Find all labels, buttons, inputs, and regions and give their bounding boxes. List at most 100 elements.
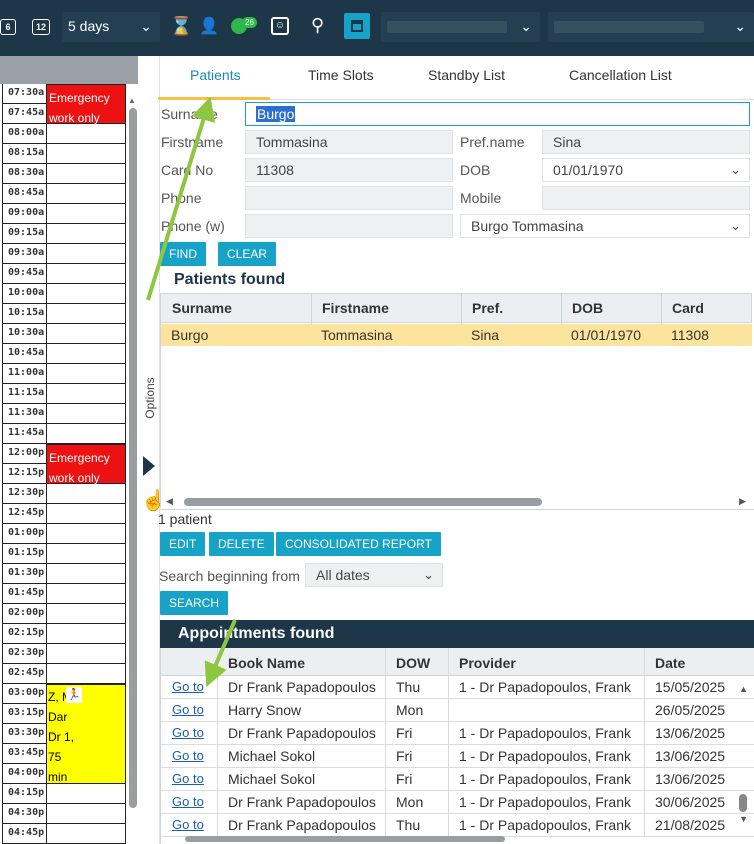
scroll-up-icon[interactable]: ▲ xyxy=(739,684,748,694)
active-tab-indicator xyxy=(158,97,270,100)
schedule-header xyxy=(0,56,138,84)
time-slot-row[interactable]: 02:15p xyxy=(2,624,126,644)
user-settings-icon[interactable]: 👤 xyxy=(199,16,219,36)
time-label: 12:45p xyxy=(3,504,47,523)
time-slot-row[interactable]: 12:45p xyxy=(2,504,126,524)
goto-link[interactable]: Go to xyxy=(172,702,204,717)
time-slot-row[interactable]: 04:15p xyxy=(2,784,126,804)
scrollbar-thumb[interactable] xyxy=(129,108,137,808)
appointments-hscroll-thumb[interactable] xyxy=(185,836,505,842)
scroll-left-icon[interactable]: ◀ xyxy=(166,496,173,507)
prev-week-icon[interactable]: 6 xyxy=(0,19,16,35)
emergency-block[interactable]: Emergency work only xyxy=(46,444,126,485)
time-slot-row[interactable]: 10:15a xyxy=(2,304,126,324)
face-icon[interactable]: ☺ xyxy=(271,17,289,35)
col-date[interactable]: Date xyxy=(655,655,685,671)
time-slot-row[interactable]: 10:00a xyxy=(2,284,126,304)
col-dow[interactable]: DOW xyxy=(396,655,430,671)
appointment-cell: 13/06/2025 xyxy=(655,771,726,787)
time-slot-row[interactable]: 01:00p xyxy=(2,524,126,544)
calendar-icon[interactable] xyxy=(344,13,370,39)
clear-button[interactable]: CLEAR xyxy=(218,242,277,266)
find-button[interactable]: FIND xyxy=(160,242,206,266)
time-slot-row[interactable]: 01:30p xyxy=(2,564,126,584)
time-slot-row[interactable]: 10:45a xyxy=(2,344,126,364)
time-slot-row[interactable]: 08:45a xyxy=(2,184,126,204)
time-slot-row[interactable]: 11:15a xyxy=(2,384,126,404)
prefname-input[interactable]: Sina xyxy=(542,130,750,154)
tab-cancellation-list[interactable]: Cancellation List xyxy=(569,67,672,83)
time-slot-row[interactable]: 01:45p xyxy=(2,584,126,604)
time-label: 10:45a xyxy=(3,344,47,363)
goto-link[interactable]: Go to xyxy=(172,794,204,809)
search-button[interactable]: SEARCH xyxy=(160,591,229,615)
col-surname[interactable]: Surname xyxy=(172,300,232,316)
appointment-block[interactable]: Z, M 🏃 Dar Dr 1, 75 min xyxy=(46,684,126,784)
phone-input[interactable] xyxy=(245,186,453,210)
tab-standby-list[interactable]: Standby List xyxy=(428,67,505,83)
time-slot-row[interactable]: 08:30a xyxy=(2,164,126,184)
next-week-icon[interactable]: 12 xyxy=(32,19,50,35)
col-pref[interactable]: Pref. xyxy=(472,300,503,316)
time-slot-row[interactable]: 11:30a xyxy=(2,404,126,424)
patient-row[interactable]: Burgo Tommasina Sina 01/01/1970 11308 xyxy=(160,324,752,346)
search-icon[interactable]: ⚲ xyxy=(311,15,324,36)
tab-patients[interactable]: Patients xyxy=(190,67,241,83)
provider-dropdown[interactable]: ⌄ xyxy=(381,12,540,42)
edit-button[interactable]: EDIT xyxy=(160,532,206,556)
time-slot-row[interactable]: 09:15a xyxy=(2,224,126,244)
col-dob[interactable]: DOB xyxy=(572,300,603,316)
scroll-up-icon[interactable]: ▲ xyxy=(128,96,136,105)
time-slot-row[interactable]: 09:45a xyxy=(2,264,126,284)
cell-pref: Sina xyxy=(471,327,500,343)
appointment-cell: 1 - Dr Papadopoulos, Frank xyxy=(459,794,631,810)
time-slot-row[interactable]: 04:30p xyxy=(2,804,126,824)
time-slot-row[interactable]: 02:30p xyxy=(2,644,126,664)
emergency-label: work only xyxy=(49,471,100,485)
goto-link[interactable]: Go to xyxy=(172,748,204,763)
goto-link[interactable]: Go to xyxy=(172,817,204,832)
goto-link[interactable]: Go to xyxy=(172,679,204,694)
scroll-down-icon[interactable]: ▼ xyxy=(739,814,748,824)
col-book-name[interactable]: Book Name xyxy=(228,655,305,671)
time-slot-row[interactable]: 11:45a xyxy=(2,424,126,444)
location-dropdown[interactable]: ⌄ xyxy=(548,12,754,42)
time-slot-row[interactable]: 08:15a xyxy=(2,144,126,164)
phonew-input[interactable] xyxy=(245,214,453,238)
firstname-input[interactable]: Tommasina xyxy=(245,130,453,154)
tab-time-slots[interactable]: Time Slots xyxy=(308,67,374,83)
options-strip[interactable]: Options ☝ xyxy=(138,56,166,844)
expand-arrow-icon[interactable] xyxy=(143,456,155,476)
time-slot-row[interactable]: 04:45p xyxy=(2,824,126,844)
time-slot-row[interactable]: 09:00a xyxy=(2,204,126,224)
time-slot-row[interactable]: 10:30a xyxy=(2,324,126,344)
time-slot-row[interactable]: 02:00p xyxy=(2,604,126,624)
time-label: 01:30p xyxy=(3,564,47,583)
scrollbar-thumb[interactable] xyxy=(739,794,747,812)
scrollbar-thumb[interactable] xyxy=(184,498,542,506)
emergency-block[interactable]: Emergency work only xyxy=(46,84,126,125)
col-firstname[interactable]: Firstname xyxy=(322,300,389,316)
dob-input[interactable]: 01/01/1970 ⌄ xyxy=(542,158,750,182)
time-slot-row[interactable]: 11:00a xyxy=(2,364,126,384)
time-slot-row[interactable]: 09:30a xyxy=(2,244,126,264)
time-slot-row[interactable]: 02:45p xyxy=(2,664,126,684)
time-label: 07:30a xyxy=(3,84,47,103)
delete-button[interactable]: DELETE xyxy=(209,532,274,556)
schedule-scrollbar[interactable]: ▲ xyxy=(128,96,138,844)
col-provider[interactable]: Provider xyxy=(459,655,516,671)
cardno-input[interactable]: 11308 xyxy=(245,158,453,182)
col-card[interactable]: Card xyxy=(672,300,704,316)
goto-link[interactable]: Go to xyxy=(172,725,204,740)
name-select[interactable]: Burgo Tommasina ⌄ xyxy=(460,214,750,238)
mobile-input[interactable] xyxy=(542,186,750,210)
time-slot-row[interactable]: 01:15p xyxy=(2,544,126,564)
surname-input[interactable]: Burgo xyxy=(245,102,750,126)
scroll-right-icon[interactable]: ▶ xyxy=(739,496,746,507)
hourglass-icon[interactable]: ⌛ xyxy=(170,16,192,37)
search-from-select[interactable]: All dates ⌄ xyxy=(305,563,443,587)
patients-hscrollbar[interactable]: ◀ ▶ xyxy=(160,496,752,508)
days-dropdown[interactable]: 5 days ⌄ xyxy=(62,12,160,42)
consolidated-report-button[interactable]: CONSOLIDATED REPORT xyxy=(276,532,441,556)
goto-link[interactable]: Go to xyxy=(172,771,204,786)
